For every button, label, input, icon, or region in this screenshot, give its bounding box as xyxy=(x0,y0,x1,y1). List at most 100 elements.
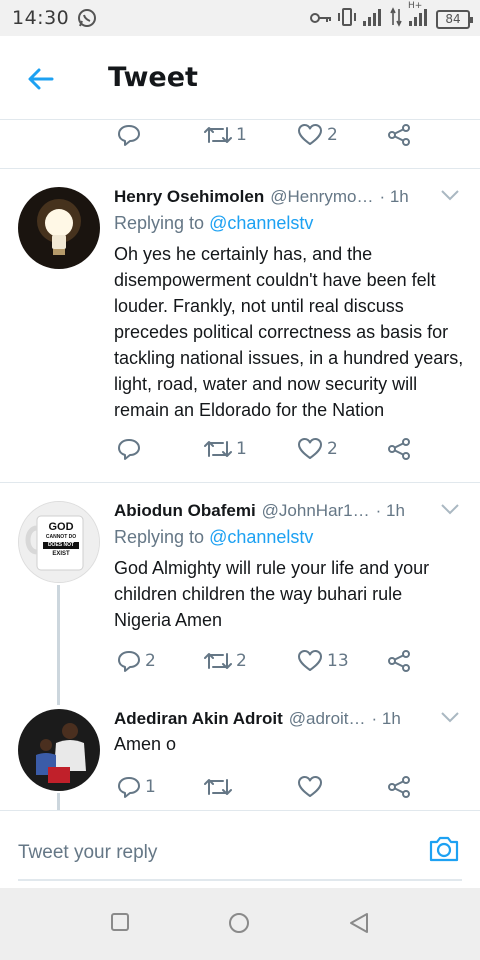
author-name[interactable]: Abiodun Obafemi xyxy=(114,501,256,521)
reply-icon xyxy=(118,777,140,798)
tweet-time: · 1h xyxy=(379,187,409,206)
status-bar: 14:30 H+ 84 xyxy=(0,0,480,36)
mug-print: GOD CANNOT DO DOES NOT EXIST xyxy=(43,522,79,557)
share-button[interactable] xyxy=(387,775,411,799)
retweet-count: 1 xyxy=(236,125,247,145)
reply-button[interactable]: 1 xyxy=(117,775,156,799)
whatsapp-icon xyxy=(77,8,97,32)
avatar[interactable]: GOD CANNOT DO DOES NOT EXIST xyxy=(18,501,100,583)
heart-icon xyxy=(298,438,322,459)
tweet-text: God Almighty will rule your life and you… xyxy=(114,558,430,630)
key-icon xyxy=(310,10,332,29)
tweet-actions: 1 2 xyxy=(0,437,480,477)
vibrate-icon xyxy=(338,7,356,31)
data-arrows-icon xyxy=(390,7,402,31)
signal-icon xyxy=(362,7,384,31)
triangle-back-icon xyxy=(350,913,368,933)
replying-to-label: Replying to xyxy=(114,527,210,547)
tweet-header: Abiodun Obafemi @JohnHar1… · 1h xyxy=(114,497,460,525)
mention-link[interactable]: @channelstv xyxy=(209,213,313,233)
like-button[interactable] xyxy=(297,775,327,799)
reply-button[interactable] xyxy=(117,437,145,461)
chevron-down-icon[interactable] xyxy=(440,709,460,728)
tweet-header: Henry Osehimolen @Henrymo… · 1h xyxy=(114,183,460,211)
back-arrow-icon xyxy=(28,68,54,90)
reply-icon xyxy=(118,439,140,460)
author-name[interactable]: Adediran Akin Adroit xyxy=(114,709,283,729)
page-title: Tweet xyxy=(108,62,198,93)
replying-to-label: Replying to xyxy=(114,213,210,233)
like-button[interactable]: 13 xyxy=(297,649,349,673)
app-header: Tweet xyxy=(0,36,480,120)
recent-apps-button[interactable] xyxy=(110,912,130,936)
tweet-text: Oh yes he certainly has, and the disempo… xyxy=(114,244,464,420)
author-handle[interactable]: @adroit… xyxy=(289,709,366,729)
share-icon xyxy=(388,650,410,672)
retweet-button[interactable]: 1 xyxy=(204,123,247,147)
signal-h-plus-icon: H+ xyxy=(408,1,430,31)
reply-tweet[interactable]: Henry Osehimolen @Henrymo… · 1h Replying… xyxy=(0,169,480,483)
reply-count: 1 xyxy=(145,777,156,797)
mug-text-line: GOD xyxy=(48,521,74,533)
retweet-icon xyxy=(204,779,232,795)
retweet-icon xyxy=(204,441,232,457)
retweet-count: 2 xyxy=(236,651,247,671)
avatar[interactable] xyxy=(18,187,100,269)
status-time: 14:30 xyxy=(12,7,70,29)
reply-count: 2 xyxy=(145,651,156,671)
mention-link[interactable]: @channelstv xyxy=(209,527,313,547)
retweet-count: 1 xyxy=(236,439,247,459)
reply-icon xyxy=(118,651,140,672)
status-indicators: H+ 84 xyxy=(310,1,473,31)
heart-icon xyxy=(298,650,322,671)
tweet-actions: 1 xyxy=(0,775,480,810)
share-icon xyxy=(388,776,410,798)
reply-composer xyxy=(0,810,480,888)
camera-icon xyxy=(429,836,459,862)
like-button[interactable]: 2 xyxy=(297,123,338,147)
retweet-button[interactable] xyxy=(204,775,236,799)
heart-icon xyxy=(298,776,322,797)
home-button[interactable] xyxy=(228,912,250,938)
share-icon xyxy=(388,438,410,460)
mug-text-line: CANNOT DO xyxy=(45,534,77,540)
share-icon xyxy=(388,124,410,146)
like-count: 2 xyxy=(327,439,338,459)
author-handle[interactable]: @JohnHar1… xyxy=(262,501,370,521)
battery-icon: 84 xyxy=(436,9,473,29)
lightbulb-avatar-image xyxy=(18,187,100,269)
mug-text-line: DOES NOT xyxy=(43,542,79,549)
tweet-text: Amen o xyxy=(114,734,177,754)
chevron-down-icon[interactable] xyxy=(440,187,460,206)
input-underline xyxy=(18,879,462,881)
reply-button[interactable] xyxy=(117,123,141,147)
previous-tweet-actions: 1 2 xyxy=(0,123,480,163)
heart-icon xyxy=(298,124,322,145)
back-button[interactable] xyxy=(26,64,56,94)
reply-button[interactable]: 2 xyxy=(117,649,156,673)
reply-input[interactable] xyxy=(18,827,418,879)
camera-button[interactable] xyxy=(428,835,460,867)
retweet-icon xyxy=(204,653,232,669)
reply-timeline[interactable]: 1 2 Henry Osehimolen @Henrymo… · 1h Repl… xyxy=(0,121,480,810)
chevron-down-icon[interactable] xyxy=(440,501,460,520)
replying-to: Replying to @channelstv xyxy=(114,213,313,234)
like-count: 13 xyxy=(327,651,349,671)
battery-level: 84 xyxy=(445,12,461,26)
author-name[interactable]: Henry Osehimolen xyxy=(114,187,264,207)
tweet-time: · 1h xyxy=(371,709,401,728)
share-button[interactable] xyxy=(387,123,411,147)
like-button[interactable]: 2 xyxy=(297,437,338,461)
share-button[interactable] xyxy=(387,437,411,461)
network-type-label: H+ xyxy=(408,1,423,11)
share-button[interactable] xyxy=(387,649,411,673)
mug-text-line: EXIST xyxy=(52,551,70,557)
square-icon xyxy=(111,913,129,931)
system-nav-bar xyxy=(0,888,480,960)
retweet-button[interactable]: 1 xyxy=(204,437,247,461)
retweet-button[interactable]: 2 xyxy=(204,649,247,673)
reply-icon xyxy=(118,125,140,146)
back-nav-button[interactable] xyxy=(348,912,370,938)
author-handle[interactable]: @Henrymo… xyxy=(270,187,373,207)
retweet-icon xyxy=(204,127,232,143)
